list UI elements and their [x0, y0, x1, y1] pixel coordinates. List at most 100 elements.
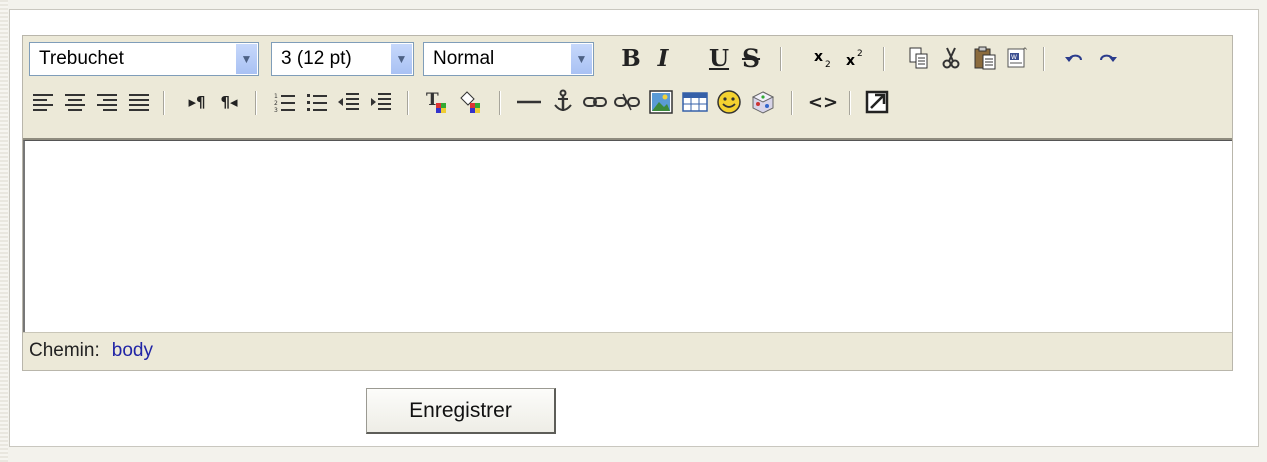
highlight-color-icon [460, 91, 480, 113]
rich-text-editor: Trebuchet ▼ 3 (12 pt) ▼ Normal ▼ B I U S [22, 35, 1233, 371]
left-decorative-strip [0, 0, 8, 462]
svg-text:3: 3 [274, 107, 278, 114]
strikethrough-button[interactable]: S [735, 42, 767, 74]
cut-icon [942, 47, 960, 69]
justify-button[interactable] [123, 86, 155, 118]
paste-word-icon: W^ [1007, 47, 1028, 68]
redo-button[interactable] [1091, 42, 1123, 74]
text-color-button[interactable]: T [421, 86, 453, 118]
link-icon [583, 97, 607, 107]
indent-icon [371, 93, 391, 110]
align-left-button[interactable] [27, 86, 59, 118]
svg-text:1: 1 [274, 93, 278, 100]
svg-text:^: ^ [1022, 47, 1028, 55]
anchor-button[interactable] [547, 86, 579, 118]
table-button[interactable] [679, 86, 711, 118]
undo-icon [1065, 54, 1082, 62]
toolbar-separator [780, 47, 782, 71]
editor-statusbar: Chemin: body [23, 332, 1232, 370]
toolbar-separator [499, 91, 501, 115]
outdent-button[interactable] [333, 86, 365, 118]
paste-button[interactable] [969, 42, 1001, 74]
unordered-list-button[interactable] [301, 86, 333, 118]
table-icon [682, 92, 708, 112]
anchor-icon [554, 89, 572, 111]
special-char-button[interactable] [747, 86, 779, 118]
ordered-list-icon: 123 [274, 93, 295, 114]
italic-icon: I [657, 44, 669, 72]
html-source-button[interactable]: <> [807, 86, 839, 118]
superscript-button[interactable]: x2 [839, 42, 871, 74]
copy-button[interactable] [903, 42, 935, 74]
paragraph-format-select[interactable]: Normal ▼ [423, 42, 594, 76]
chevron-down-icon[interactable]: ▼ [390, 44, 412, 74]
fullscreen-button[interactable] [861, 86, 893, 118]
undo-button[interactable] [1059, 42, 1091, 74]
rtl-button[interactable]: ¶◂ [213, 86, 245, 118]
svg-text:x: x [846, 53, 855, 69]
bold-button[interactable]: B [615, 42, 647, 74]
redo-icon [1100, 54, 1117, 62]
chevron-down-icon[interactable]: ▼ [570, 44, 592, 74]
align-right-icon [97, 91, 117, 114]
strikethrough-icon: S [741, 43, 761, 73]
align-left-icon [33, 91, 53, 114]
ltr-button[interactable]: ▸¶ [181, 86, 213, 118]
highlight-color-button[interactable] [455, 86, 487, 118]
align-right-button[interactable] [91, 86, 123, 118]
outdent-icon [338, 93, 359, 110]
underline-button[interactable]: U [703, 42, 735, 74]
unlink-icon [614, 93, 640, 111]
toolbar-separator [255, 91, 257, 115]
svg-text:x: x [814, 49, 823, 65]
svg-text:2: 2 [825, 60, 831, 69]
underline-icon: U [708, 44, 730, 72]
unordered-list-icon [307, 94, 327, 111]
paste-icon [974, 46, 996, 70]
paragraph-format-value: Normal [433, 48, 495, 69]
paste-word-button[interactable]: W ^ [1001, 42, 1033, 74]
image-button[interactable] [645, 86, 677, 118]
path-body-link[interactable]: body [112, 340, 153, 361]
italic-button[interactable]: I [647, 42, 679, 74]
text-color-icon: T [426, 90, 446, 113]
justify-icon [129, 91, 149, 114]
cut-button[interactable] [935, 42, 967, 74]
svg-text:W: W [1011, 54, 1017, 61]
special-char-icon [751, 91, 775, 114]
editor-toolbar: Trebuchet ▼ 3 (12 pt) ▼ Normal ▼ B I U S [23, 36, 1232, 140]
align-center-button[interactable] [59, 86, 91, 118]
link-button[interactable] [579, 86, 611, 118]
font-family-select[interactable]: Trebuchet ▼ [29, 42, 259, 76]
toolbar-separator [407, 91, 409, 115]
html-source-icon: <> [807, 91, 839, 113]
ltr-icon: ▸¶ [188, 93, 206, 111]
align-center-icon [65, 91, 85, 114]
superscript-icon: x2 [846, 49, 863, 69]
toolbar-separator [163, 91, 165, 115]
save-button[interactable]: Enregistrer [366, 388, 556, 434]
editor-content-area[interactable] [23, 140, 1232, 332]
subscript-button[interactable]: x2 [807, 42, 839, 74]
font-family-value: Trebuchet [39, 48, 124, 69]
unlink-button[interactable] [611, 86, 643, 118]
rtl-icon: ¶◂ [220, 93, 238, 111]
smiley-button[interactable] [713, 86, 745, 118]
subscript-icon: x2 [814, 49, 831, 69]
toolbar-separator [1043, 47, 1045, 71]
ordered-list-button[interactable]: 123 [269, 86, 301, 118]
chevron-down-icon[interactable]: ▼ [235, 44, 257, 74]
bold-icon: B [621, 44, 641, 72]
svg-text:2: 2 [274, 100, 278, 107]
horizontal-rule-button[interactable] [513, 86, 545, 118]
toolbar-separator [791, 91, 793, 115]
image-icon [649, 90, 673, 114]
toolbar-separator [883, 47, 885, 71]
font-size-select[interactable]: 3 (12 pt) ▼ [271, 42, 414, 76]
fullscreen-icon [865, 90, 889, 114]
toolbar-separator [849, 91, 851, 115]
indent-button[interactable] [365, 86, 397, 118]
horizontal-rule-icon [517, 100, 541, 104]
copy-icon [909, 47, 928, 69]
svg-text:2: 2 [857, 49, 863, 59]
